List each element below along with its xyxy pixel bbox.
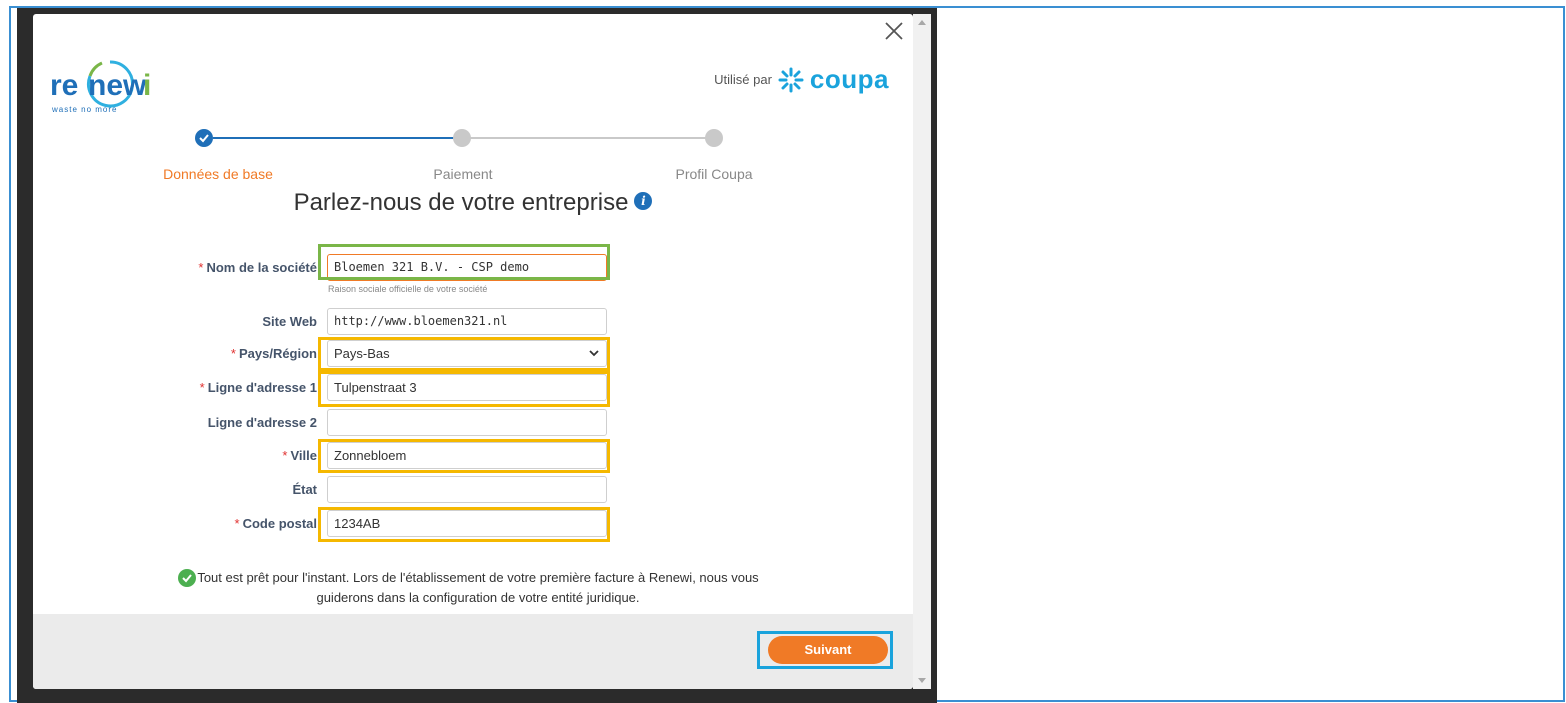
coupa-star-icon <box>778 67 804 92</box>
form-title-text: Parlez-nous de votre entreprise <box>293 189 629 216</box>
powered-label: Utilisé par <box>714 72 772 87</box>
progress-stepper: Données de base Paiement Profil Coupa <box>163 128 773 182</box>
highlight-city <box>318 439 610 473</box>
city-label: * Ville <box>282 448 317 463</box>
highlight-postal-code <box>318 507 610 542</box>
city-label-text: Ville <box>290 448 317 463</box>
required-mark: * <box>234 516 240 531</box>
highlight-next-button <box>757 631 893 669</box>
required-mark: * <box>282 448 288 463</box>
check-icon <box>199 134 209 143</box>
notice-line-1: Tout est prêt pour l'instant. Lors de l'… <box>197 570 759 585</box>
info-icon[interactable]: i <box>634 191 653 210</box>
highlight-country <box>318 337 610 371</box>
renewi-logo: re new i waste no more <box>50 60 151 114</box>
notice-line-2: guiderons dans la configuration de votre… <box>316 590 640 605</box>
step-dot-3 <box>705 129 723 147</box>
step-label-base-data: Données de base <box>163 166 273 182</box>
highlight-company-name <box>318 244 610 280</box>
required-mark: * <box>198 260 204 275</box>
svg-text:i: i <box>143 69 151 102</box>
address-2-label: Ligne d'adresse 2 <box>207 415 317 430</box>
state-label: État <box>292 482 317 497</box>
address-1-label-text: Ligne d'adresse 1 <box>207 380 317 395</box>
postal-code-label: * Code postal <box>235 516 317 531</box>
step-label-coupa-profile: Profil Coupa <box>675 166 753 182</box>
svg-text:new: new <box>88 69 147 102</box>
company-name-label-text: Nom de la société <box>206 260 317 275</box>
svg-text:waste no more: waste no more <box>51 105 117 114</box>
postal-code-label-text: Code postal <box>242 516 317 531</box>
step-dot-1 <box>195 129 213 147</box>
required-mark: * <box>199 380 205 395</box>
scrollbar[interactable] <box>913 14 931 689</box>
state-input[interactable] <box>327 476 607 503</box>
check-circle-icon <box>178 569 196 587</box>
address-1-label: * Ligne d'adresse 1 <box>200 380 317 395</box>
close-icon[interactable] <box>883 20 905 42</box>
info-notice: Tout est prêt pour l'instant. Lors de l'… <box>178 568 778 608</box>
address-2-input[interactable] <box>327 409 607 436</box>
required-mark: * <box>230 346 236 361</box>
svg-text:re: re <box>50 69 78 102</box>
highlight-address-1 <box>318 371 610 407</box>
scroll-down-arrow-icon[interactable] <box>918 678 926 683</box>
step-dot-2 <box>453 129 471 147</box>
form-title: Parlez-nous de votre entreprise i <box>33 189 913 217</box>
onboarding-modal: re new i waste no more Utilisé par coupa… <box>33 14 913 689</box>
country-label: * Pays/Région <box>231 346 317 361</box>
step-line-1 <box>213 137 463 139</box>
coupa-logo-text: coupa <box>809 64 889 94</box>
step-label-payment: Paiement <box>433 166 493 182</box>
website-input[interactable]: http://www.bloemen321.nl <box>327 308 607 335</box>
scroll-up-arrow-icon[interactable] <box>918 20 926 25</box>
powered-by: Utilisé par coupa <box>714 64 889 95</box>
company-name-hint: Raison sociale officielle de votre socié… <box>328 284 488 294</box>
company-name-label: * Nom de la société <box>198 260 317 275</box>
step-line-2 <box>463 137 713 139</box>
country-label-text: Pays/Région <box>238 346 317 361</box>
website-label: Site Web <box>262 314 317 329</box>
